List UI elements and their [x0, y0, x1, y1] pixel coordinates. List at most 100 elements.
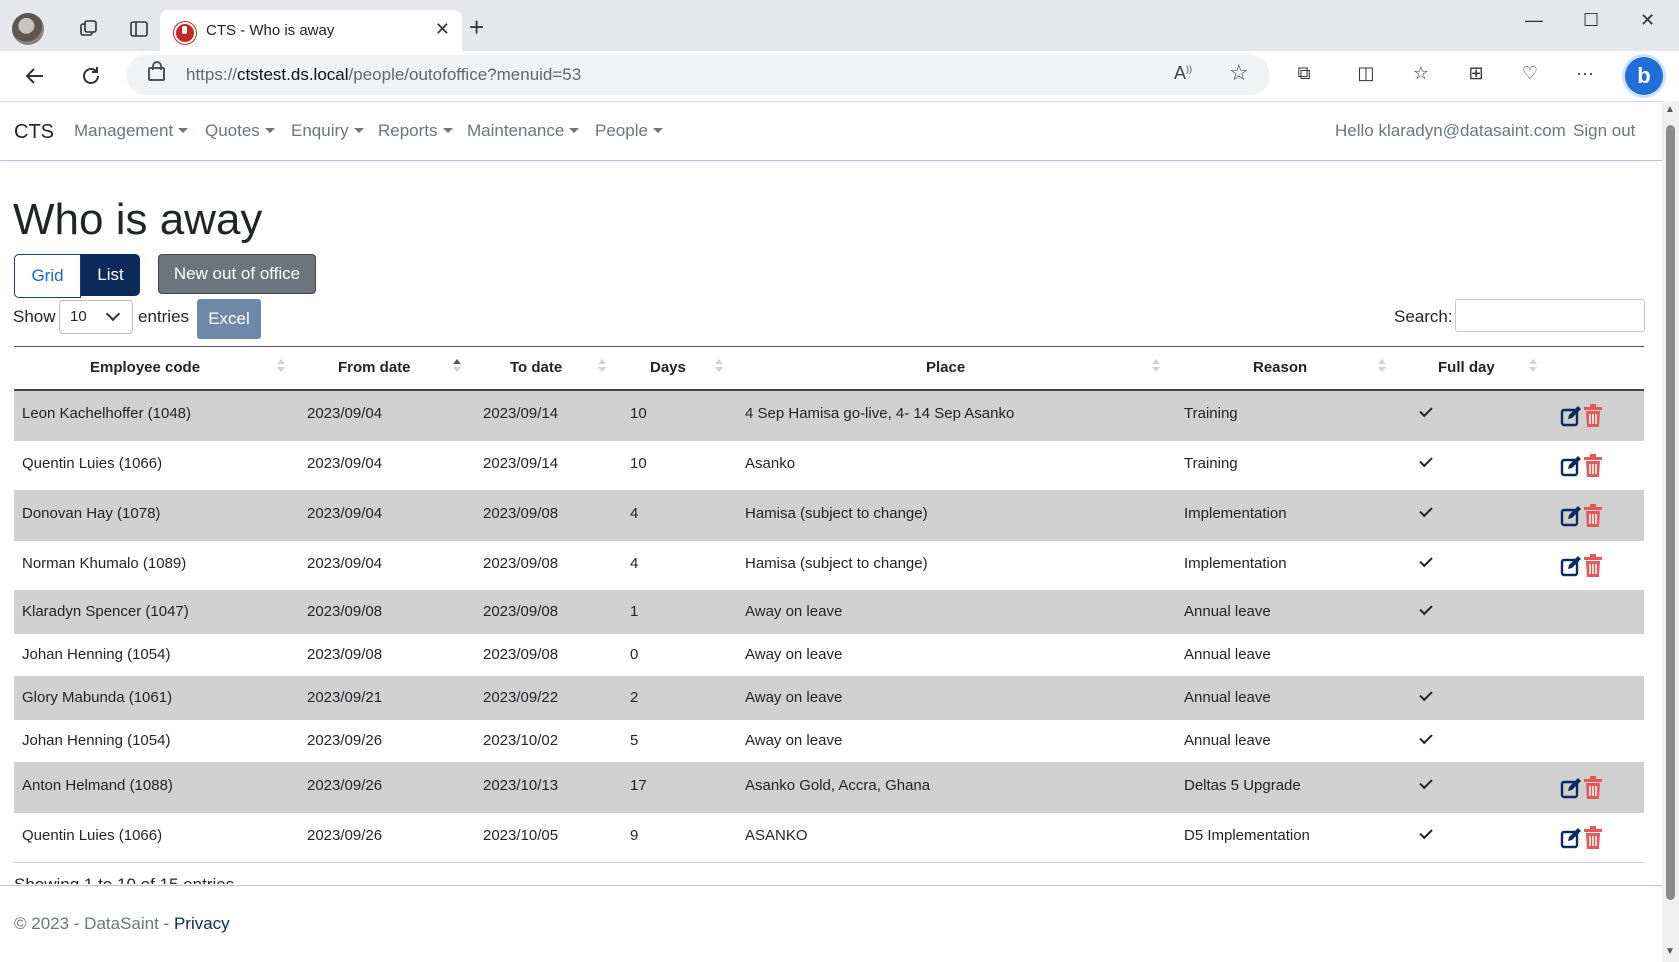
cell-place: Asanko — [745, 455, 796, 472]
edit-icon[interactable] — [1560, 505, 1582, 527]
user-greeting[interactable]: Hello klaradyn@datasaint.com — [1335, 121, 1566, 141]
cell-to-date: 2023/09/08 — [483, 646, 559, 663]
cell-reason: Annual leave — [1184, 689, 1271, 706]
menu-people[interactable]: People — [595, 121, 663, 141]
window-close-icon[interactable]: ✕ — [1640, 10, 1655, 31]
site-favicon — [174, 22, 196, 44]
menu-reports[interactable]: Reports — [378, 121, 453, 141]
new-out-of-office-button[interactable]: New out of office — [158, 254, 316, 294]
menu-management[interactable]: Management — [74, 121, 189, 141]
edit-icon[interactable] — [1560, 777, 1582, 799]
delete-icon[interactable] — [1582, 504, 1604, 527]
reload-icon[interactable] — [74, 59, 108, 93]
delete-icon[interactable] — [1582, 826, 1604, 849]
brand-link[interactable]: CTS — [14, 121, 54, 144]
sort-icon[interactable] — [1152, 359, 1160, 373]
sort-icon[interactable] — [277, 359, 285, 373]
cell-from-date: 2023/09/08 — [307, 603, 383, 620]
footer-copyright: © 2023 - DataSaint - — [14, 914, 170, 933]
checkmark-icon — [1419, 687, 1433, 702]
scroll-down-icon[interactable]: ▼ — [1665, 946, 1675, 957]
profile-avatar[interactable] — [12, 13, 44, 45]
entries-select[interactable]: 10 — [59, 300, 133, 334]
collections-icon[interactable] — [72, 12, 106, 46]
table-row: Glory Mabunda (1061) 2023/09/21 2023/09/22… — [14, 677, 1644, 720]
edit-icon[interactable] — [1560, 405, 1582, 427]
sort-icon[interactable] — [715, 359, 723, 373]
favorites-icon[interactable]: ☆ — [1407, 63, 1435, 84]
column-header-full-day[interactable]: Full day — [1438, 359, 1495, 376]
cell-to-date: 2023/09/08 — [483, 505, 559, 522]
browser-essentials-icon[interactable]: ♡ — [1516, 63, 1544, 84]
edit-icon[interactable] — [1560, 555, 1582, 577]
edit-icon[interactable] — [1560, 455, 1582, 477]
list-view-button[interactable]: List — [81, 254, 140, 296]
new-tab-icon[interactable]: + — [469, 14, 484, 40]
read-aloud-icon[interactable]: A)) — [1174, 63, 1192, 84]
page-scrollbar[interactable]: ▲ ▼ — [1662, 101, 1679, 962]
url-text[interactable]: https://ctstest.ds.local/people/outofoff… — [186, 65, 581, 85]
menu-maintenance[interactable]: Maintenance — [467, 121, 580, 141]
search-input[interactable] — [1455, 299, 1645, 332]
scroll-up-icon[interactable]: ▲ — [1665, 104, 1675, 115]
favorite-star-icon[interactable]: ☆ — [1229, 60, 1249, 86]
cell-place: 4 Sep Hamisa go-live, 4- 14 Sep Asanko — [745, 405, 1015, 422]
menu-label: Reports — [378, 121, 438, 140]
column-header-from-date[interactable]: From date — [338, 359, 411, 376]
column-header-place[interactable]: Place — [926, 359, 965, 376]
back-icon[interactable] — [18, 59, 52, 93]
sort-ascending-icon[interactable] — [453, 359, 461, 373]
column-header-days[interactable]: Days — [650, 359, 686, 376]
menu-quotes[interactable]: Quotes — [205, 121, 275, 141]
minimize-icon[interactable]: ― — [1525, 10, 1543, 31]
grid-view-button[interactable]: Grid — [14, 254, 81, 298]
column-header-reason[interactable]: Reason — [1253, 359, 1307, 376]
column-header-employee[interactable]: Employee code — [90, 359, 200, 376]
cell-to-date: 2023/09/14 — [483, 405, 559, 422]
sort-icon[interactable] — [1529, 359, 1537, 373]
active-tab[interactable]: CTS - Who is away ✕ — [160, 10, 462, 51]
sort-icon[interactable] — [598, 359, 606, 373]
privacy-link[interactable]: Privacy — [174, 914, 230, 933]
url-bar[interactable]: https://ctstest.ds.local/people/outofoff… — [126, 55, 1270, 95]
cell-place: Hamisa (subject to change) — [745, 505, 928, 522]
split-screen-icon[interactable]: ◫ — [1352, 63, 1380, 84]
out-of-office-table: Employee code From date To date Days Pla… — [14, 346, 1644, 863]
cell-place: Away on leave — [745, 603, 843, 620]
delete-icon[interactable] — [1582, 776, 1604, 799]
table-body: Leon Kachelhoffer (1048) 2023/09/04 2023/0… — [14, 391, 1644, 863]
table-row: Donovan Hay (1078) 2023/09/04 2023/09/08 4 H… — [14, 491, 1644, 541]
cell-employee: Anton Helmand (1088) — [22, 777, 173, 794]
table-info: Showing 1 to 10 of 15 entries — [14, 873, 234, 884]
tab-close-icon[interactable]: ✕ — [435, 19, 450, 40]
scrollbar-thumb[interactable] — [1666, 125, 1675, 900]
cell-employee: Norman Khumalo (1089) — [22, 555, 187, 572]
menu-label: People — [595, 121, 648, 140]
collections-toolbar-icon[interactable]: ⊞ — [1462, 63, 1490, 84]
maximize-icon[interactable]: ☐ — [1583, 10, 1599, 31]
cell-reason: Annual leave — [1184, 732, 1271, 749]
delete-icon[interactable] — [1582, 454, 1604, 477]
cell-days: 10 — [630, 455, 647, 472]
menu-label: Enquiry — [291, 121, 349, 140]
more-options-icon[interactable]: ··· — [1571, 63, 1599, 84]
checkmark-icon — [1419, 730, 1433, 745]
copilot-icon[interactable]: b — [1625, 57, 1663, 95]
cell-to-date: 2023/09/22 — [483, 689, 559, 706]
signout-link[interactable]: Sign out — [1573, 121, 1635, 141]
column-header-to-date[interactable]: To date — [510, 359, 562, 376]
edit-icon[interactable] — [1560, 827, 1582, 849]
delete-icon[interactable] — [1582, 404, 1604, 427]
cell-from-date: 2023/09/21 — [307, 689, 383, 706]
caret-down-icon — [178, 128, 189, 133]
table-header: Employee code From date To date Days Pla… — [14, 346, 1644, 391]
cell-from-date: 2023/09/04 — [307, 455, 383, 472]
extensions-icon[interactable]: ⧉ — [1290, 63, 1318, 84]
menu-enquiry[interactable]: Enquiry — [291, 121, 364, 141]
cell-days: 4 — [630, 555, 639, 572]
excel-export-button[interactable]: Excel — [197, 299, 261, 339]
delete-icon[interactable] — [1582, 554, 1604, 577]
vertical-tabs-icon[interactable] — [122, 12, 156, 46]
lock-icon[interactable] — [148, 61, 165, 81]
sort-icon[interactable] — [1378, 359, 1386, 373]
